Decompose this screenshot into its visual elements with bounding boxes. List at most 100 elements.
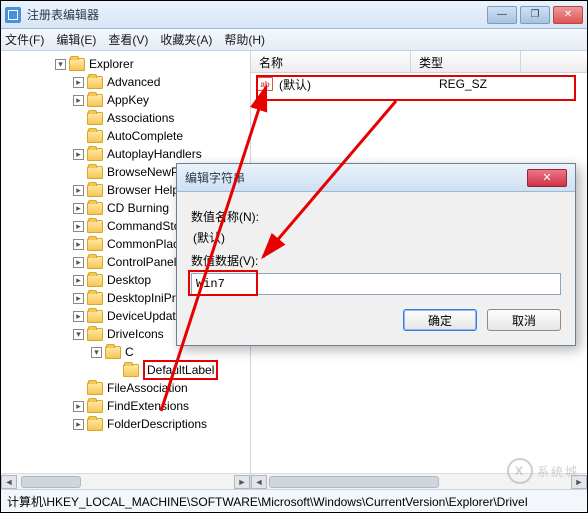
folder-icon (87, 256, 103, 269)
status-bar: 计算机\HKEY_LOCAL_MACHINE\SOFTWARE\Microsof… (1, 489, 587, 511)
status-path: 计算机\HKEY_LOCAL_MACHINE\SOFTWARE\Microsof… (7, 495, 528, 509)
tree-item-label: AutoplayHandlers (107, 147, 202, 161)
folder-icon (87, 184, 103, 197)
folder-icon (87, 94, 103, 107)
folder-icon (123, 364, 139, 377)
dialog-close-button[interactable]: ✕ (527, 169, 567, 187)
expand-icon[interactable]: ▸ (73, 401, 84, 412)
expand-icon[interactable]: ▸ (73, 95, 84, 106)
col-header-name[interactable]: 名称 (251, 51, 411, 72)
tree-item-label: AppKey (107, 93, 149, 107)
scroll-thumb[interactable] (21, 476, 81, 488)
folder-icon (87, 238, 103, 251)
folder-icon (87, 274, 103, 287)
scroll-right-icon[interactable]: ► (234, 475, 250, 489)
expand-icon[interactable]: ▸ (73, 293, 84, 304)
folder-icon (87, 418, 103, 431)
tree-item[interactable]: ▸ AppKey (9, 91, 250, 109)
tree-item[interactable]: ▸ FindExtensions (9, 397, 250, 415)
scroll-right-icon[interactable]: ► (571, 475, 587, 489)
tree-item-label: ControlPanel (107, 255, 176, 269)
expand-icon[interactable]: ▸ (73, 203, 84, 214)
tree-item-label: AutoComplete (107, 129, 183, 143)
expand-icon[interactable]: ▸ (73, 185, 84, 196)
scroll-thumb[interactable] (269, 476, 439, 488)
window-title: 注册表编辑器 (27, 6, 487, 23)
tree-item[interactable]: AutoComplete (9, 127, 250, 145)
folder-icon (87, 112, 103, 125)
col-header-type[interactable]: 类型 (411, 51, 521, 72)
window-titlebar: 注册表编辑器 — ❐ ✕ (1, 1, 587, 29)
tree-item[interactable]: FileAssociation (9, 379, 250, 397)
tree-item-label: FolderDescriptions (107, 417, 207, 431)
tree-item-label: FindExtensions (107, 399, 189, 413)
no-expand-spacer (73, 167, 84, 178)
minimize-button[interactable]: — (487, 6, 517, 24)
folder-icon (87, 202, 103, 215)
scroll-left-icon[interactable]: ◄ (1, 475, 17, 489)
expand-icon[interactable]: ▸ (73, 257, 84, 268)
menu-bar: 文件(F) 编辑(E) 查看(V) 收藏夹(A) 帮助(H) (1, 29, 587, 51)
tree-item-label: Advanced (107, 75, 160, 89)
tree-horizontal-scrollbar[interactable]: ◄ ► (1, 473, 250, 489)
folder-icon (87, 400, 103, 413)
close-button[interactable]: ✕ (553, 6, 583, 24)
annotation-frame (256, 75, 576, 101)
scroll-left-icon[interactable]: ◄ (251, 475, 267, 489)
tree-item-label: DefaultLabel (147, 363, 214, 377)
expand-icon[interactable]: ▾ (91, 347, 102, 358)
tree-item[interactable]: ▸ FolderDescriptions (9, 415, 250, 433)
folder-icon (87, 382, 103, 395)
menu-view[interactable]: 查看(V) (108, 31, 148, 48)
menu-edit[interactable]: 编辑(E) (56, 31, 96, 48)
tree-item[interactable]: DefaultLabel (9, 361, 250, 379)
value-data-label: 数值数据(V): (191, 252, 561, 269)
expand-icon[interactable]: ▾ (73, 329, 84, 340)
value-name-label: 数值名称(N): (191, 208, 561, 225)
dialog-titlebar: 编辑字符串 ✕ (177, 164, 575, 192)
tree-item-label: Desktop (107, 273, 151, 287)
expand-icon[interactable]: ▸ (73, 419, 84, 430)
list-header: 名称 类型 (251, 51, 587, 73)
edit-string-dialog: 编辑字符串 ✕ 数值名称(N): (默认) 数值数据(V): 确定 取消 (176, 163, 576, 346)
expand-icon[interactable]: ▸ (73, 77, 84, 88)
expand-icon[interactable]: ▸ (73, 239, 84, 250)
list-horizontal-scrollbar[interactable]: ◄ ► (251, 473, 587, 489)
folder-icon (87, 220, 103, 233)
no-expand-spacer (73, 383, 84, 394)
tree-item[interactable]: Associations (9, 109, 250, 127)
menu-help[interactable]: 帮助(H) (224, 31, 265, 48)
dialog-buttons: 确定 取消 (191, 309, 561, 331)
folder-icon (87, 328, 103, 341)
annotation-frame: DefaultLabel (143, 360, 218, 380)
dialog-body: 数值名称(N): (默认) 数值数据(V): 确定 取消 (177, 192, 575, 345)
value-name-text: (默认) (191, 229, 561, 246)
folder-icon (87, 130, 103, 143)
expand-icon[interactable]: ▸ (73, 221, 84, 232)
folder-icon (87, 166, 103, 179)
ok-button[interactable]: 确定 (403, 309, 477, 331)
tree-item[interactable]: ▸ AutoplayHandlers (9, 145, 250, 163)
expand-icon[interactable]: ▸ (73, 275, 84, 286)
tree-item[interactable]: ▸ Advanced (9, 73, 250, 91)
folder-icon (69, 58, 85, 71)
window-buttons: — ❐ ✕ (487, 6, 583, 24)
tree-item-label: FileAssociation (107, 381, 188, 395)
tree-item[interactable]: ▾Explorer (9, 55, 250, 73)
folder-icon (87, 292, 103, 305)
no-expand-spacer (73, 113, 84, 124)
menu-file[interactable]: 文件(F) (5, 31, 44, 48)
cancel-button[interactable]: 取消 (487, 309, 561, 331)
menu-favorites[interactable]: 收藏夹(A) (160, 31, 212, 48)
tree-item-label: C (125, 345, 134, 359)
no-expand-spacer (73, 131, 84, 142)
tree-item-label: DriveIcons (107, 327, 164, 341)
expand-icon[interactable]: ▸ (73, 149, 84, 160)
no-expand-spacer (109, 365, 120, 376)
maximize-button[interactable]: ❐ (520, 6, 550, 24)
expand-icon[interactable]: ▸ (73, 311, 84, 322)
tree-item-label: CD Burning (107, 201, 169, 215)
regedit-icon (5, 7, 21, 23)
expand-icon[interactable]: ▾ (55, 59, 66, 70)
tree-item-label: Associations (107, 111, 174, 125)
